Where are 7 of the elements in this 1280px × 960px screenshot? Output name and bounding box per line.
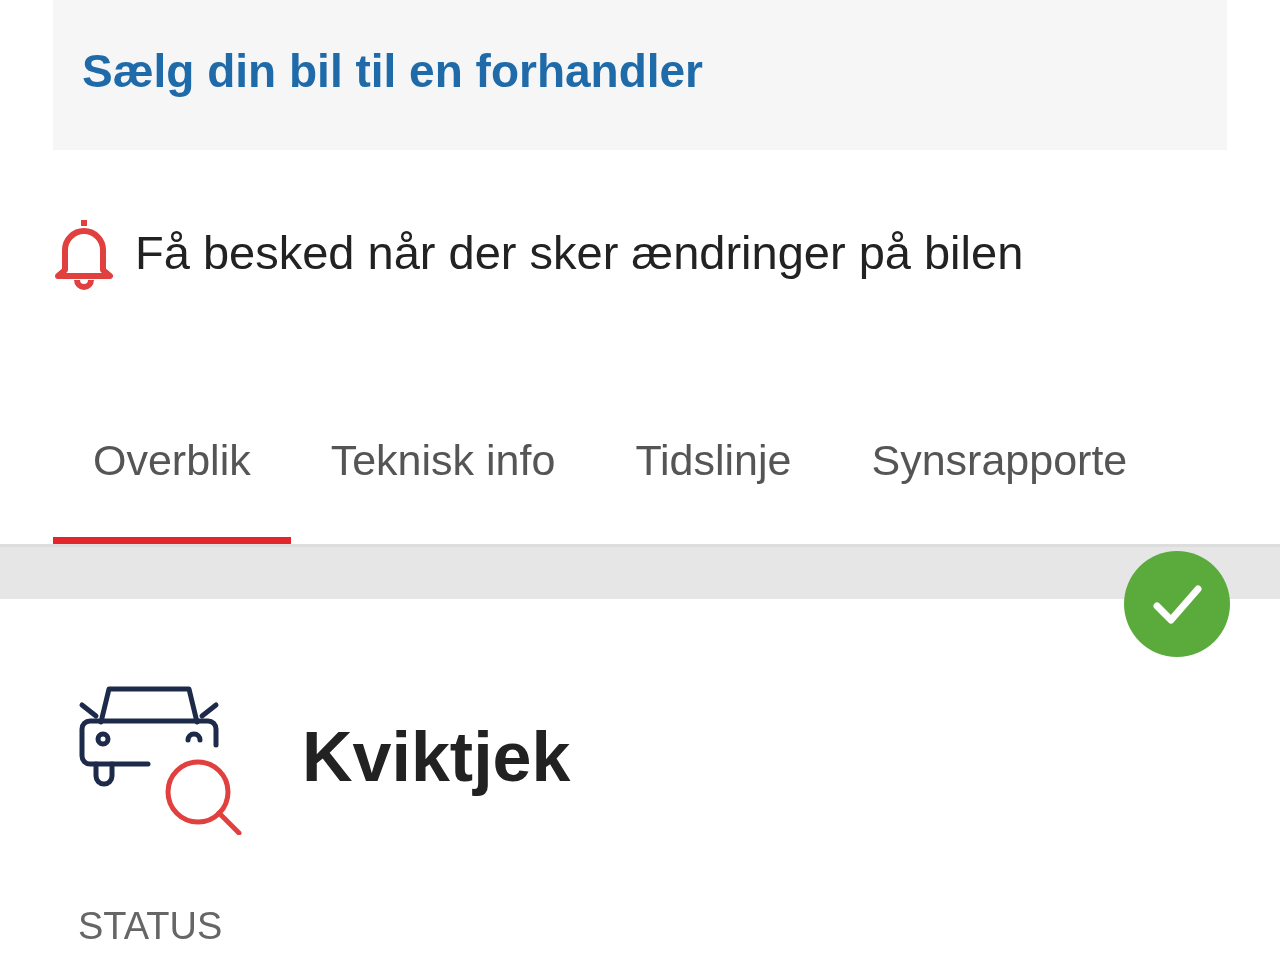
notify-label[interactable]: Få besked når der sker ændringer på bilen [135,224,1024,280]
sell-car-link[interactable]: Sælg din bil til en forhandler [82,45,704,97]
tab[interactable]: Teknisk info [290,418,596,544]
status-label: STATUS [78,905,224,948]
tab[interactable]: Tidslinje [595,418,832,544]
card-title: Kviktjek [302,717,571,797]
tab[interactable]: Synsrapporte [831,418,1128,544]
